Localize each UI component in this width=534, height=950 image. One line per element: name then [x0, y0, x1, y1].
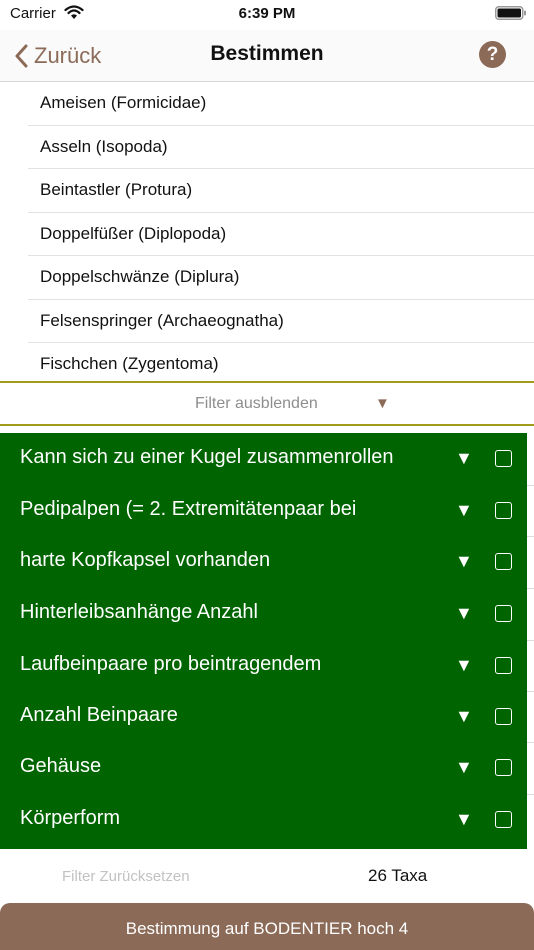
taxa-count: 26 Taxa — [368, 866, 428, 885]
divider — [527, 640, 534, 641]
list-item[interactable]: Asseln (Isopoda) — [28, 126, 534, 169]
divider — [527, 742, 534, 743]
criteria-row[interactable]: Hinterleibsanhänge Anzahl ▼ — [0, 588, 527, 639]
criteria-label: Pedipalpen (= 2. Extremitätenpaar bei — [20, 498, 357, 520]
criteria-row[interactable]: Kann sich zu einer Kugel zusammenrollen … — [0, 433, 527, 484]
triangle-down-icon[interactable]: ▼ — [455, 809, 473, 830]
criteria-row[interactable]: Anzahl Beinpaare ▼ — [0, 691, 527, 742]
filter-toggle-label: Filter ausblenden — [195, 395, 318, 412]
criteria-label: Kann sich zu einer Kugel zusammenrollen — [20, 446, 394, 468]
filter-toggle-button[interactable]: Filter ausblenden ▼ — [0, 381, 534, 426]
taxa-list[interactable]: Ameisen (Formicidae) Asseln (Isopoda) Be… — [0, 82, 534, 380]
criteria-label: Körperform — [20, 807, 121, 829]
checkbox-icon[interactable] — [495, 553, 512, 570]
list-item[interactable]: Fischchen (Zygentoma) — [28, 343, 534, 380]
criteria-row[interactable]: Gehäuse ▼ — [0, 742, 527, 793]
triangle-down-icon[interactable]: ▼ — [455, 448, 473, 469]
criteria-row[interactable]: Pedipalpen (= 2. Extremitätenpaar bei ▼ — [0, 485, 527, 536]
checkbox-icon[interactable] — [495, 502, 512, 519]
criteria-label: Laufbeinpaare pro beintragendem — [20, 653, 322, 675]
checkbox-icon[interactable] — [495, 605, 512, 622]
row-separators — [527, 433, 534, 849]
criteria-label: harte Kopfkapsel vorhanden — [20, 549, 271, 571]
criteria-row[interactable]: Laufbeinpaare pro beintragendem ▼ — [0, 640, 527, 691]
navigation-bar: Zurück Bestimmen ? — [0, 30, 534, 82]
triangle-down-icon[interactable]: ▼ — [455, 655, 473, 676]
battery-icon — [495, 6, 526, 20]
checkbox-icon[interactable] — [495, 708, 512, 725]
checkbox-icon[interactable] — [495, 811, 512, 828]
triangle-down-icon[interactable]: ▼ — [455, 500, 473, 521]
triangle-down-icon[interactable]: ▼ — [455, 706, 473, 727]
triangle-down-icon[interactable]: ▼ — [455, 603, 473, 624]
checkbox-icon[interactable] — [495, 450, 512, 467]
divider — [527, 536, 534, 537]
divider — [527, 485, 534, 486]
checkbox-icon[interactable] — [495, 759, 512, 776]
criteria-panel: Kann sich zu einer Kugel zusammenrollen … — [0, 433, 527, 849]
triangle-down-icon[interactable]: ▼ — [455, 757, 473, 778]
chevron-left-icon — [15, 44, 28, 68]
criteria-label: Gehäuse — [20, 755, 102, 777]
back-label: Zurück — [34, 43, 102, 68]
criteria-label: Anzahl Beinpaare — [20, 704, 178, 726]
determine-button[interactable]: Bestimmung auf BODENTIER hoch 4 — [0, 903, 534, 950]
back-button[interactable]: Zurück — [14, 40, 101, 72]
divider — [527, 794, 534, 795]
list-item[interactable]: Felsenspringer (Archaeognatha) — [28, 300, 534, 343]
list-item[interactable]: Doppelschwänze (Diplura) — [28, 256, 534, 300]
criteria-row[interactable]: harte Kopfkapsel vorhanden ▼ — [0, 536, 527, 587]
reset-filter-button[interactable]: Filter Zurücksetzen — [62, 868, 190, 885]
status-bar: Carrier 6:39 PM — [0, 0, 534, 30]
list-item[interactable]: Doppelfüßer (Diplopoda) — [28, 213, 534, 256]
question-circle-icon[interactable]: ? — [479, 41, 506, 68]
list-item[interactable]: Ameisen (Formicidae) — [28, 82, 534, 126]
list-item[interactable]: Beintastler (Protura) — [28, 169, 534, 213]
criteria-label: Hinterleibsanhänge Anzahl — [20, 601, 258, 623]
criteria-row[interactable]: Körperform ▼ — [0, 794, 527, 845]
triangle-down-icon: ▼ — [375, 395, 390, 412]
triangle-down-icon[interactable]: ▼ — [455, 551, 473, 572]
checkbox-icon[interactable] — [495, 657, 512, 674]
bottom-bar: Filter Zurücksetzen 26 Taxa — [0, 851, 534, 901]
status-time: 6:39 PM — [238, 5, 296, 22]
divider — [527, 691, 534, 692]
divider — [527, 588, 534, 589]
